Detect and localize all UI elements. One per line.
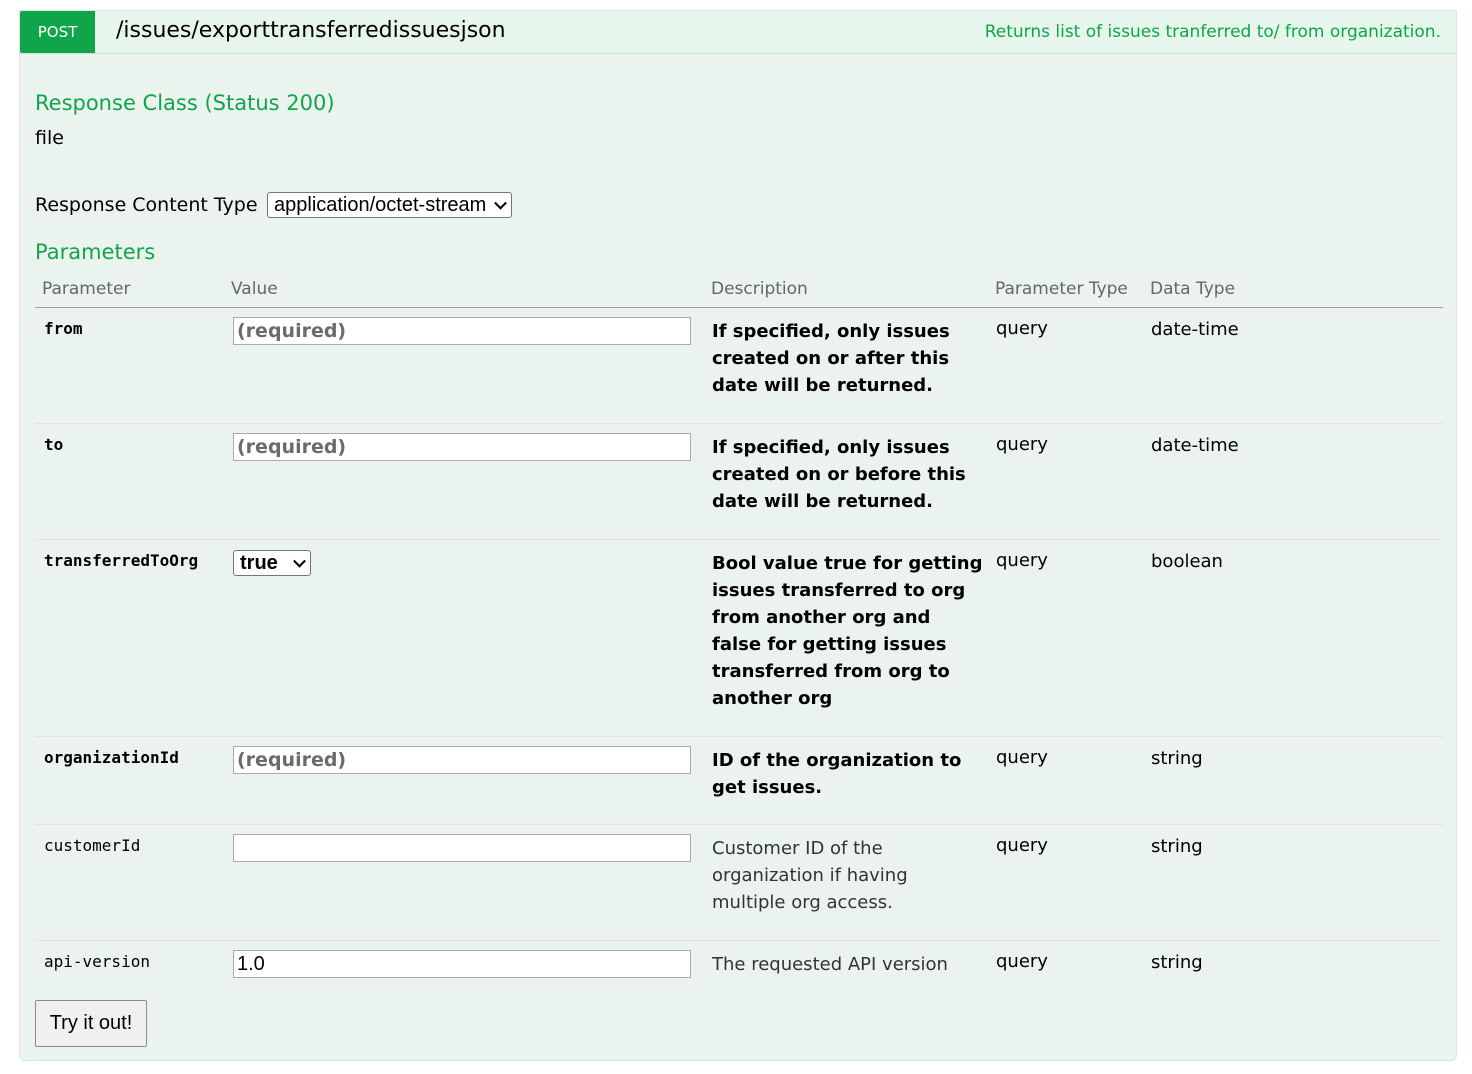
parameter-type: query bbox=[996, 550, 1048, 571]
parameter-name: to bbox=[44, 435, 64, 454]
chevron-down-icon bbox=[293, 554, 306, 568]
column-header-data-type: Data Type bbox=[1150, 279, 1236, 299]
parameter-type: query bbox=[996, 951, 1048, 972]
response-content-type-value: application/octet-stream bbox=[274, 194, 487, 216]
chevron-down-icon bbox=[494, 196, 507, 210]
to-input[interactable]: (required) bbox=[233, 433, 691, 461]
parameter-row-organization-id: organizationId (required) ID of the orga… bbox=[35, 737, 1443, 825]
parameter-row-transferred-to-org: transferredToOrg true Bool value true fo… bbox=[35, 540, 1443, 737]
parameter-row-to: to (required) If specified, only issues … bbox=[35, 424, 1443, 540]
customer-id-input[interactable] bbox=[233, 834, 691, 862]
response-content-type-select[interactable]: application/octet-stream bbox=[267, 192, 512, 218]
transferred-to-org-select[interactable]: true bbox=[233, 550, 311, 576]
parameter-row-from: from (required) If specified, only issue… bbox=[35, 308, 1443, 424]
response-class-heading: Response Class (Status 200) bbox=[35, 91, 335, 115]
parameter-description: The requested API version bbox=[712, 954, 948, 975]
try-it-out-button[interactable]: Try it out! bbox=[35, 1000, 147, 1047]
endpoint-path-link[interactable]: /issues/exporttransferredissuesjson bbox=[116, 17, 506, 45]
operation-summary[interactable]: Returns list of issues tranferred to/ fr… bbox=[985, 21, 1441, 43]
from-input[interactable]: (required) bbox=[233, 317, 691, 345]
data-type: boolean bbox=[1151, 551, 1223, 572]
parameters-table-header: Parameter Value Description Parameter Ty… bbox=[35, 276, 1443, 308]
data-type: string bbox=[1151, 952, 1203, 973]
column-header-parameter: Parameter bbox=[42, 279, 131, 299]
api-version-input[interactable]: 1.0 bbox=[233, 950, 691, 978]
data-type: date-time bbox=[1151, 435, 1239, 456]
parameter-description: If specified, only issues created on or … bbox=[712, 321, 950, 396]
response-content-type-label: Response Content Type bbox=[35, 194, 258, 216]
organization-id-input[interactable]: (required) bbox=[233, 746, 691, 774]
column-header-description: Description bbox=[711, 279, 808, 299]
operation-header[interactable]: POST /issues/exporttransferredissuesjson… bbox=[20, 11, 1456, 54]
response-class-type: file bbox=[35, 127, 64, 149]
parameter-row-api-version: api-version 1.0 The requested API versio… bbox=[35, 941, 1443, 991]
parameter-name: organizationId bbox=[44, 748, 179, 767]
parameter-row-customer-id: customerId Customer ID of the organizati… bbox=[35, 825, 1443, 941]
data-type: date-time bbox=[1151, 319, 1239, 340]
parameter-name: transferredToOrg bbox=[44, 551, 199, 570]
parameter-type: query bbox=[996, 434, 1048, 455]
transferred-to-org-value: true bbox=[240, 552, 278, 574]
parameter-description: ID of the organization to get issues. bbox=[712, 750, 962, 798]
method-badge[interactable]: POST bbox=[20, 11, 95, 53]
parameter-type: query bbox=[996, 318, 1048, 339]
parameter-name: api-version bbox=[44, 952, 150, 971]
parameter-description: Customer ID of the organization if havin… bbox=[712, 838, 908, 913]
column-header-value: Value bbox=[231, 279, 278, 299]
parameter-name: from bbox=[44, 319, 83, 338]
parameter-description: Bool value true for getting issues trans… bbox=[712, 553, 983, 709]
parameters-heading: Parameters bbox=[35, 240, 156, 264]
data-type: string bbox=[1151, 836, 1203, 857]
operation-panel: POST /issues/exporttransferredissuesjson… bbox=[19, 10, 1457, 1061]
column-header-parameter-type: Parameter Type bbox=[995, 279, 1128, 299]
data-type: string bbox=[1151, 748, 1203, 769]
parameter-type: query bbox=[996, 747, 1048, 768]
parameter-name: customerId bbox=[44, 836, 141, 855]
parameter-description: If specified, only issues created on or … bbox=[712, 437, 966, 512]
parameter-type: query bbox=[996, 835, 1048, 856]
